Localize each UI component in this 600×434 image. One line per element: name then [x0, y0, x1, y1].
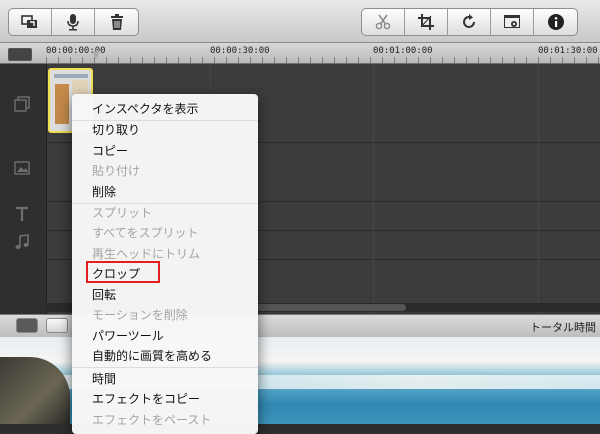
scissors-icon — [375, 14, 391, 30]
timeline-view-button[interactable] — [16, 318, 38, 333]
import-media-icon — [21, 15, 37, 28]
menu-item-split[interactable]: スプリット — [92, 204, 152, 222]
menu-item-remove-motion[interactable]: モーションを削除 — [92, 306, 188, 324]
timecode-label: 00:00:30:00 — [210, 46, 270, 56]
rotate-button[interactable] — [448, 9, 491, 35]
export-settings-button[interactable] — [491, 9, 534, 35]
crop-button[interactable] — [405, 9, 448, 35]
left-toolbar-group — [8, 8, 139, 36]
menu-item-paste-effects[interactable]: エフェクトをペースト — [92, 411, 211, 429]
import-media-button[interactable] — [9, 9, 52, 35]
export-settings-icon — [504, 15, 520, 28]
info-button[interactable] — [534, 9, 577, 35]
image-track-icon — [12, 158, 32, 178]
time-ruler[interactable]: 00:00:00:00 00:00:30:00 00:01:00:00 00:0… — [0, 43, 600, 64]
crop-highlight-box — [86, 261, 160, 283]
menu-item-power-tools[interactable]: パワーツール — [92, 327, 164, 345]
ruler-ticks — [46, 57, 600, 63]
text-track-icon — [12, 204, 32, 224]
crop-icon — [418, 14, 434, 30]
microphone-icon — [67, 14, 79, 31]
track-icons-column — [0, 64, 47, 314]
menu-separator — [72, 367, 258, 368]
timecode-label: 00:01:00:00 — [373, 46, 433, 56]
music-track-icon — [12, 232, 32, 252]
trash-icon — [110, 14, 123, 30]
rotate-icon — [463, 14, 475, 28]
total-time-label: トータル時間 — [530, 321, 596, 334]
top-toolbar — [0, 0, 600, 43]
menu-item-split-all[interactable]: すべてをスプリット — [92, 224, 198, 242]
menu-item-cut[interactable]: 切り取り — [92, 121, 140, 139]
menu-item-auto-enhance[interactable]: 自動的に画質を高める — [92, 347, 212, 365]
menu-item-show-inspector[interactable]: インスペクタを表示 — [92, 100, 198, 118]
video-track-icon — [12, 94, 32, 114]
gridline — [373, 64, 374, 314]
delete-button[interactable] — [95, 9, 138, 35]
timeline-zoom-button[interactable] — [8, 48, 32, 61]
menu-item-delete[interactable]: 削除 — [92, 183, 116, 201]
menu-item-paste[interactable]: 貼り付け — [92, 162, 140, 180]
context-menu: インスペクタを表示 切り取り コピー 貼り付け 削除 スプリット すべてをスプリ… — [72, 94, 258, 434]
gridline — [538, 64, 539, 314]
record-audio-button[interactable] — [52, 9, 95, 35]
right-toolbar-group — [361, 8, 578, 36]
menu-item-rotate[interactable]: 回転 — [92, 286, 116, 304]
menu-item-copy[interactable]: コピー — [92, 142, 128, 160]
timecode-label: 00:01:30:00 — [538, 46, 598, 56]
grid-view-button[interactable] — [46, 318, 68, 333]
menu-item-duration[interactable]: 時間 — [92, 370, 116, 388]
menu-item-copy-effects[interactable]: エフェクトをコピー — [92, 390, 200, 408]
split-button[interactable] — [362, 9, 405, 35]
info-icon — [547, 14, 564, 30]
